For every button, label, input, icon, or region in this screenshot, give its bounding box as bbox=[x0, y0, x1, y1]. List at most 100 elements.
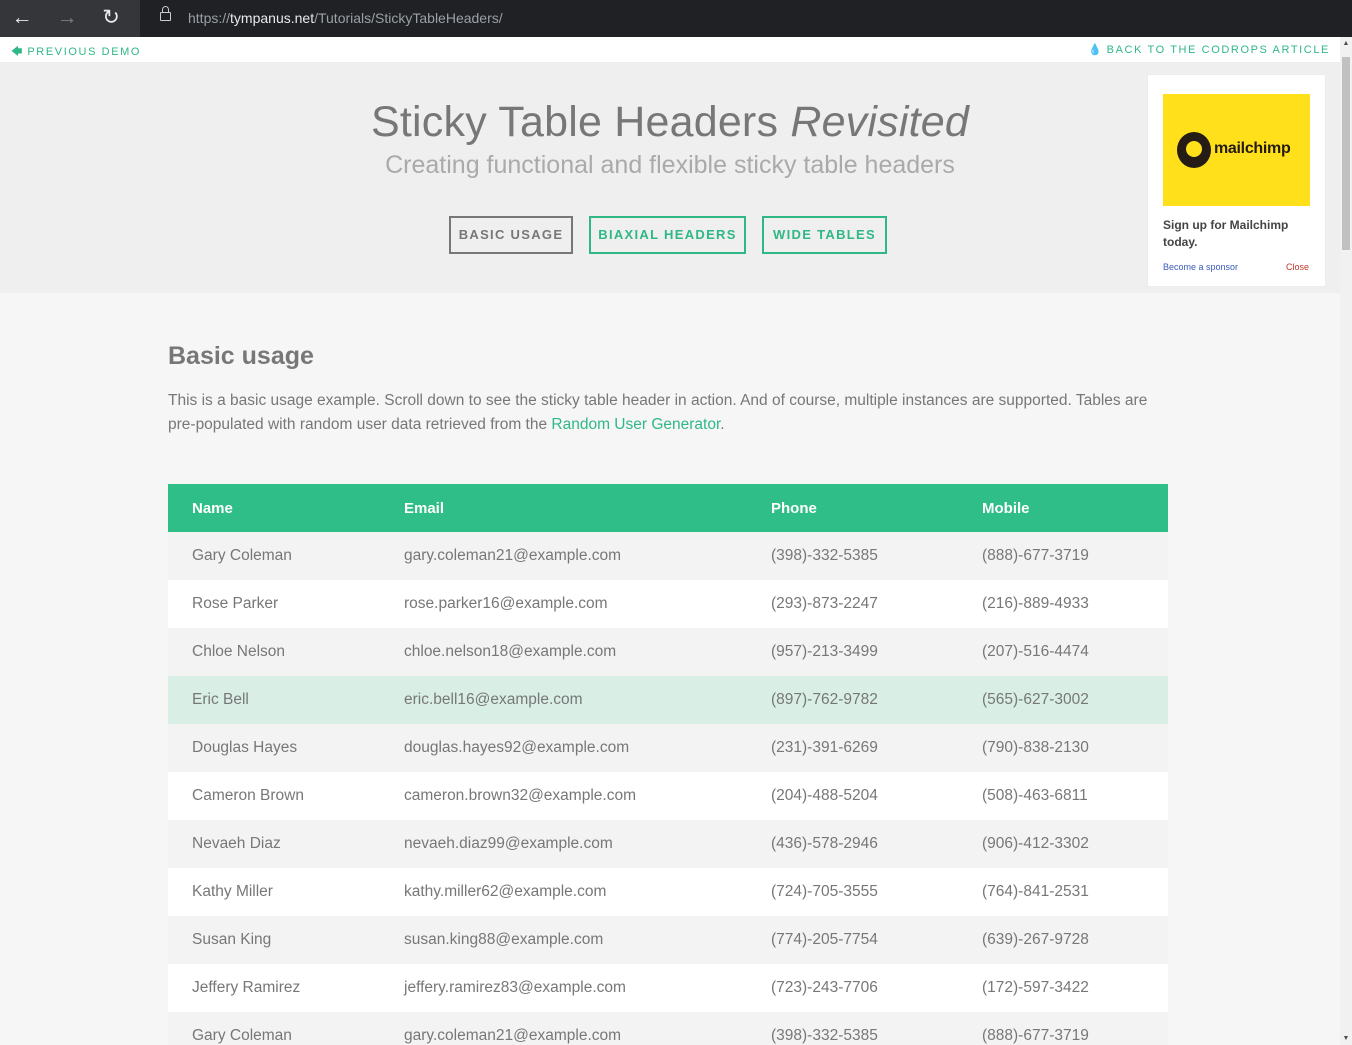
random-user-generator-link[interactable]: Random User Generator bbox=[551, 416, 720, 433]
title-main: Sticky Table Headers bbox=[371, 98, 779, 146]
table-row[interactable]: Gary Coleman gary.coleman21@example.com (3… bbox=[168, 532, 1168, 580]
sponsor-brand: mailchimp bbox=[1214, 140, 1291, 157]
cell-email: eric.bell16@example.com bbox=[404, 691, 583, 708]
back-arrow-icon[interactable]: ← bbox=[9, 6, 35, 32]
table-row[interactable]: Jeffery Ramirez jeffery.ramirez83@example… bbox=[168, 964, 1168, 1012]
scroll-down-arrow-icon[interactable]: ▼ bbox=[1342, 1035, 1350, 1042]
cell-email: douglas.hayes92@example.com bbox=[404, 739, 630, 756]
scroll-thumb[interactable] bbox=[1342, 57, 1350, 250]
url-text[interactable]: https://tympanus.net/Tutorials/StickyTab… bbox=[188, 10, 503, 26]
table-row[interactable]: Eric Bell eric.bell16@example.com (897)-76… bbox=[168, 676, 1168, 724]
title-emphasis: Revisited bbox=[790, 98, 969, 146]
table-row[interactable]: Douglas Hayes douglas.hayes92@example.com… bbox=[168, 724, 1168, 772]
cell-mobile: (888)-677-3719 bbox=[982, 1027, 1089, 1044]
cell-phone: (723)-243-7706 bbox=[771, 979, 878, 996]
page-subtitle: Creating functional and flexible sticky … bbox=[385, 151, 955, 179]
cell-name: Douglas Hayes bbox=[192, 739, 298, 756]
back-to-article-link[interactable]: 💧 Back to the Codrops Article bbox=[1088, 43, 1330, 56]
url-scheme: https:// bbox=[188, 10, 231, 26]
cell-mobile: (764)-841-2531 bbox=[982, 883, 1089, 900]
section-text-end: . bbox=[720, 416, 725, 433]
table-row[interactable]: Nevaeh Diaz nevaeh.diaz99@example.com (436… bbox=[168, 820, 1168, 868]
page-header: Sticky Table Headers Revisited Creating … bbox=[0, 62, 1340, 293]
cell-mobile: (216)-889-4933 bbox=[982, 595, 1089, 612]
demo-wide-tables-button[interactable]: Wide Tables bbox=[762, 216, 887, 254]
cell-phone: (957)-213-3499 bbox=[771, 643, 878, 660]
header-email: Email bbox=[404, 499, 445, 517]
back-to-article-label: Back to the Codrops Article bbox=[1106, 44, 1330, 56]
demo-biaxial-headers-button[interactable]: Biaxial Headers bbox=[589, 216, 746, 254]
header-mobile: Mobile bbox=[982, 499, 1030, 517]
cell-name: Cameron Brown bbox=[192, 787, 304, 804]
cell-email: kathy.miller62@example.com bbox=[404, 883, 607, 900]
table-row[interactable]: Chloe Nelson chloe.nelson18@example.com (9… bbox=[168, 628, 1168, 676]
cell-name: Gary Coleman bbox=[192, 1027, 292, 1044]
cell-name: Rose Parker bbox=[192, 595, 279, 612]
cell-phone: (774)-205-7754 bbox=[771, 931, 878, 948]
previous-demo-label: Previous Demo bbox=[27, 46, 142, 58]
codrops-top-bar: 🡄 Previous Demo 💧 Back to the Codrops Arti… bbox=[0, 37, 1340, 62]
browser-toolbar: ← → ↻ https://tympanus.net/Tutorials/Sti… bbox=[0, 0, 1352, 37]
cell-email: jeffery.ramirez83@example.com bbox=[404, 979, 626, 996]
cell-phone: (398)-332-5385 bbox=[771, 547, 878, 564]
cell-name: Eric Bell bbox=[192, 691, 249, 708]
table-body: Gary Coleman gary.coleman21@example.com (3… bbox=[168, 532, 1168, 1045]
cell-name: Nevaeh Diaz bbox=[192, 835, 281, 852]
cell-name: Jeffery Ramirez bbox=[192, 979, 301, 996]
reload-icon[interactable]: ↻ bbox=[98, 6, 124, 32]
sponsor-image[interactable]: mailchimp bbox=[1163, 94, 1310, 206]
cell-phone: (724)-705-3555 bbox=[771, 883, 878, 900]
cell-mobile: (508)-463-6811 bbox=[982, 787, 1088, 804]
cell-email: rose.parker16@example.com bbox=[404, 595, 608, 612]
cell-name: Kathy Miller bbox=[192, 883, 273, 900]
page-title: Sticky Table Headers Revisited bbox=[0, 98, 1340, 147]
cell-mobile: (639)-267-9728 bbox=[982, 931, 1089, 948]
table-row[interactable]: Cameron Brown cameron.brown32@example.com… bbox=[168, 772, 1168, 820]
cell-mobile: (790)-838-2130 bbox=[982, 739, 1089, 756]
previous-demo-link[interactable]: 🡄 Previous Demo bbox=[11, 43, 141, 62]
cell-email: nevaeh.diaz99@example.com bbox=[404, 835, 613, 852]
users-table: Name Email Phone Mobile Gary Coleman gary… bbox=[168, 484, 1168, 1045]
arrow-left-icon: 🡄 bbox=[11, 46, 23, 58]
cell-phone: (897)-762-9782 bbox=[771, 691, 878, 708]
url-host: tympanus.net bbox=[230, 10, 315, 26]
table-row[interactable]: Rose Parker rose.parker16@example.com (293… bbox=[168, 580, 1168, 628]
table-header: Name Email Phone Mobile bbox=[168, 484, 1168, 532]
sponsor-close-link[interactable]: Close bbox=[1286, 262, 1309, 272]
demo-basic-usage-button[interactable]: Basic Usage bbox=[449, 216, 573, 254]
cell-phone: (293)-873-2247 bbox=[771, 595, 878, 612]
table-row[interactable]: Susan King susan.king88@example.com (774)-… bbox=[168, 916, 1168, 964]
cell-name: Susan King bbox=[192, 931, 272, 948]
cell-mobile: (888)-677-3719 bbox=[982, 547, 1089, 564]
lock-icon bbox=[160, 6, 171, 21]
cell-email: chloe.nelson18@example.com bbox=[404, 643, 617, 660]
cell-name: Gary Coleman bbox=[192, 547, 292, 564]
url-path: /Tutorials/StickyTableHeaders/ bbox=[314, 10, 503, 26]
cell-phone: (398)-332-5385 bbox=[771, 1027, 878, 1044]
cell-name: Chloe Nelson bbox=[192, 643, 286, 660]
scroll-up-arrow-icon[interactable]: ▲ bbox=[1342, 40, 1350, 47]
table-row[interactable]: Kathy Miller kathy.miller62@example.com (7… bbox=[168, 868, 1168, 916]
section-description: This is a basic usage example. Scroll do… bbox=[168, 389, 1168, 437]
sponsor-box: mailchimp Sign up for Mailchimp today. B… bbox=[1147, 74, 1326, 287]
header-phone: Phone bbox=[771, 499, 817, 517]
table-row[interactable]: Gary Coleman gary.coleman21@example.com (3… bbox=[168, 1012, 1168, 1045]
cell-email: gary.coleman21@example.com bbox=[404, 1027, 622, 1044]
become-sponsor-link[interactable]: Become a sponsor bbox=[1163, 262, 1238, 272]
table-header-row: Name Email Phone Mobile bbox=[168, 484, 1168, 532]
cell-email: susan.king88@example.com bbox=[404, 931, 604, 948]
cell-mobile: (906)-412-3302 bbox=[982, 835, 1089, 852]
cell-mobile: (172)-597-3422 bbox=[982, 979, 1089, 996]
sponsor-text[interactable]: Sign up for Mailchimp today. bbox=[1163, 217, 1313, 251]
cell-mobile: (565)-627-3002 bbox=[982, 691, 1089, 708]
page-scrollbar[interactable]: ▲ ▼ bbox=[1340, 37, 1352, 1045]
cell-phone: (231)-391-6269 bbox=[771, 739, 878, 756]
mailchimp-logo-icon bbox=[1177, 132, 1211, 168]
forward-arrow-icon[interactable]: → bbox=[54, 6, 80, 32]
section-title: Basic usage bbox=[168, 342, 314, 370]
cell-mobile: (207)-516-4474 bbox=[982, 643, 1089, 660]
cell-email: cameron.brown32@example.com bbox=[404, 787, 636, 804]
cell-phone: (204)-488-5204 bbox=[771, 787, 878, 804]
address-bar[interactable]: https://tympanus.net/Tutorials/StickyTab… bbox=[140, 0, 1352, 37]
drop-icon: 💧 bbox=[1087, 44, 1102, 56]
